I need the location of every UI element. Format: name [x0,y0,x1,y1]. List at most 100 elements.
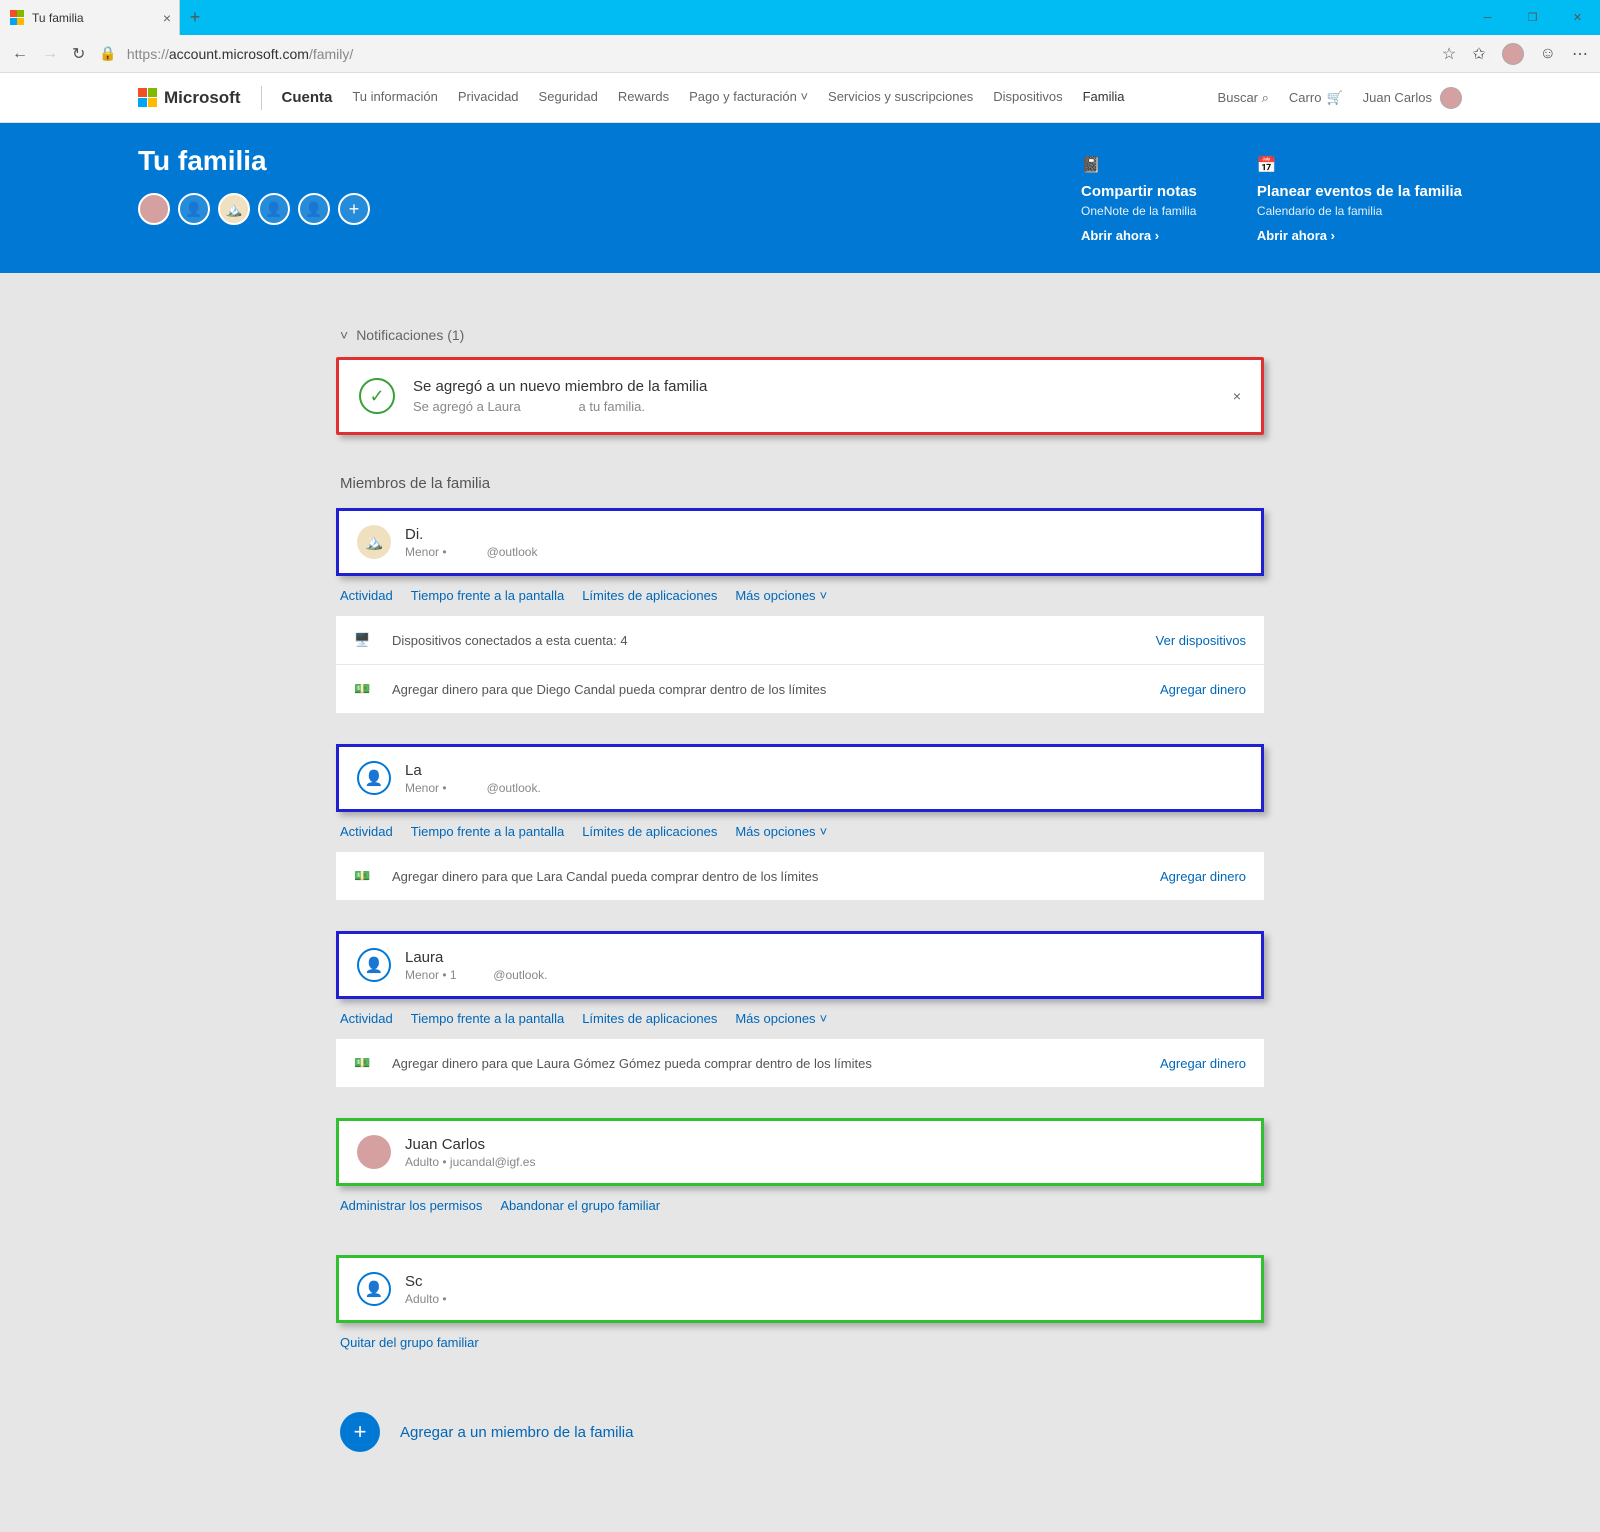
nav-family[interactable]: Familia [1083,89,1125,106]
close-tab-icon[interactable]: × [163,10,171,26]
add-money-link[interactable]: Agregar dinero [1160,869,1246,884]
maximize-button[interactable]: ❐ [1510,0,1555,35]
refresh-button[interactable]: ↻ [72,44,85,64]
member-avatar-icon [357,1135,391,1169]
add-member-avatar[interactable]: + [338,193,370,225]
add-member-button[interactable]: + [340,1412,380,1452]
notifications-toggle[interactable]: ˅ Notificaciones (1) [320,313,1280,357]
member-header[interactable]: Juan Carlos Adulto • jucandal@igf.es [336,1118,1264,1186]
chevron-down-icon: ˅ [820,1011,828,1026]
app-limits-link[interactable]: Límites de aplicaciones [582,588,717,603]
more-options-link[interactable]: Más opciones ˅ [735,824,827,839]
browser-tab[interactable]: Tu familia × [0,0,180,35]
family-avatar-row: 👤 🏔️ 👤 👤 + [138,193,370,225]
member-header[interactable]: 👤 Laura Menor • 1 @outlook. [336,931,1264,999]
onenote-icon: 📓 [1081,155,1197,175]
back-button[interactable]: ← [12,45,28,63]
member-avatar-icon: 👤 [357,761,391,795]
member-card: 👤 Sc Adulto • Quitar del grupo familiar [336,1255,1264,1362]
more-options-link[interactable]: Más opciones ˅ [735,1011,827,1026]
remove-from-group-link[interactable]: Quitar del grupo familiar [340,1335,479,1350]
money-row: 💵 Agregar dinero para que Diego Candal p… [336,665,1264,714]
favorites-bar-icon[interactable]: ✩ [1472,44,1485,64]
view-devices-link[interactable]: Ver dispositivos [1156,633,1246,648]
microsoft-logo[interactable]: Microsoft [138,88,241,108]
add-money-link[interactable]: Agregar dinero [1160,682,1246,697]
favorite-icon[interactable]: ☆ [1442,44,1456,64]
money-icon: 💵 [354,1055,374,1071]
nav-services[interactable]: Servicios y suscripciones [828,89,973,106]
profile-avatar-icon[interactable] [1502,43,1524,65]
app-limits-link[interactable]: Límites de aplicaciones [582,824,717,839]
devices-icon: 🖥️ [354,632,374,648]
devices-row: 🖥️ Dispositivos conectados a esta cuenta… [336,615,1264,665]
avatar [1440,87,1462,109]
notification-card: ✓ Se agregó a un nuevo miembro de la fam… [336,357,1264,435]
search-icon: ⌕ [1262,90,1269,105]
nav-devices[interactable]: Dispositivos [993,89,1062,106]
tab-title: Tu familia [32,11,84,25]
minimize-button[interactable]: ─ [1465,0,1510,35]
member-avatar[interactable]: 🏔️ [218,193,250,225]
add-member-label[interactable]: Agregar a un miembro de la familia [400,1424,633,1441]
user-menu[interactable]: Juan Carlos [1363,87,1462,109]
activity-link[interactable]: Actividad [340,824,393,839]
chevron-down-icon: ˅ [340,327,348,343]
member-avatar-icon: 🏔️ [357,525,391,559]
member-header[interactable]: 👤 La Menor • @outlook. [336,744,1264,812]
nav-info[interactable]: Tu información [352,89,438,106]
open-onenote-link[interactable]: Abrir ahora › [1081,228,1197,243]
check-icon: ✓ [359,378,395,414]
member-avatar-icon: 👤 [357,1272,391,1306]
activity-link[interactable]: Actividad [340,588,393,603]
nav-billing[interactable]: Pago y facturación ˅ [689,89,808,106]
new-tab-button[interactable]: + [180,0,210,35]
feedback-icon[interactable]: ☺ [1540,45,1556,63]
money-row: 💵 Agregar dinero para que Laura Gómez Gó… [336,1038,1264,1088]
site-topbar: Microsoft Cuenta Tu información Privacid… [0,73,1600,123]
ms-favicon [10,10,26,26]
screen-time-link[interactable]: Tiempo frente a la pantalla [411,588,564,603]
add-member-row: + Agregar a un miembro de la familia [320,1392,1280,1472]
member-avatar[interactable]: 👤 [178,193,210,225]
member-header[interactable]: 🏔️ Di. Menor • @outlook [336,508,1264,576]
member-avatar[interactable]: 👤 [298,193,330,225]
more-options-link[interactable]: Más opciones ˅ [735,588,827,603]
money-icon: 💵 [354,681,374,697]
forward-button[interactable]: → [42,45,58,63]
onenote-card: 📓 Compartir notas OneNote de la familia … [1081,155,1197,243]
money-icon: 💵 [354,868,374,884]
account-nav: Cuenta Tu información Privacidad Segurid… [282,89,1125,106]
nav-account[interactable]: Cuenta [282,89,333,106]
member-card: Juan Carlos Adulto • jucandal@igf.es Adm… [336,1118,1264,1225]
calendar-icon: 📅 [1257,155,1462,175]
close-notification-button[interactable]: × [1233,388,1241,404]
calendar-card: 📅 Planear eventos de la familia Calendar… [1257,155,1462,243]
member-card: 🏔️ Di. Menor • @outlook Actividad Tiempo… [336,508,1264,714]
activity-link[interactable]: Actividad [340,1011,393,1026]
chevron-down-icon: ˅ [800,89,808,104]
manage-permissions-link[interactable]: Administrar los permisos [340,1198,482,1213]
search-button[interactable]: Buscar ⌕ [1218,90,1269,106]
url-field[interactable]: 🔒 https://account.microsoft.com/family/ [99,45,1428,62]
cart-button[interactable]: Carro 🛒 [1289,90,1343,106]
member-avatar[interactable]: 👤 [258,193,290,225]
screen-time-link[interactable]: Tiempo frente a la pantalla [411,824,564,839]
chevron-down-icon: ˅ [820,824,828,839]
chevron-down-icon: ˅ [820,588,828,603]
members-heading: Miembros de la familia [320,475,1280,508]
more-icon[interactable]: ⋯ [1572,44,1588,64]
app-limits-link[interactable]: Límites de aplicaciones [582,1011,717,1026]
member-avatar[interactable] [138,193,170,225]
nav-security[interactable]: Seguridad [539,89,598,106]
member-header[interactable]: 👤 Sc Adulto • [336,1255,1264,1323]
open-calendar-link[interactable]: Abrir ahora › [1257,228,1462,243]
add-money-link[interactable]: Agregar dinero [1160,1056,1246,1071]
nav-privacy[interactable]: Privacidad [458,89,519,106]
leave-group-link[interactable]: Abandonar el grupo familiar [500,1198,660,1213]
nav-rewards[interactable]: Rewards [618,89,669,106]
close-window-button[interactable]: ✕ [1555,0,1600,35]
screen-time-link[interactable]: Tiempo frente a la pantalla [411,1011,564,1026]
hero-banner: Tu familia 👤 🏔️ 👤 👤 + 📓 Compartir notas … [0,123,1600,273]
member-card: 👤 Laura Menor • 1 @outlook. Actividad Ti… [336,931,1264,1088]
